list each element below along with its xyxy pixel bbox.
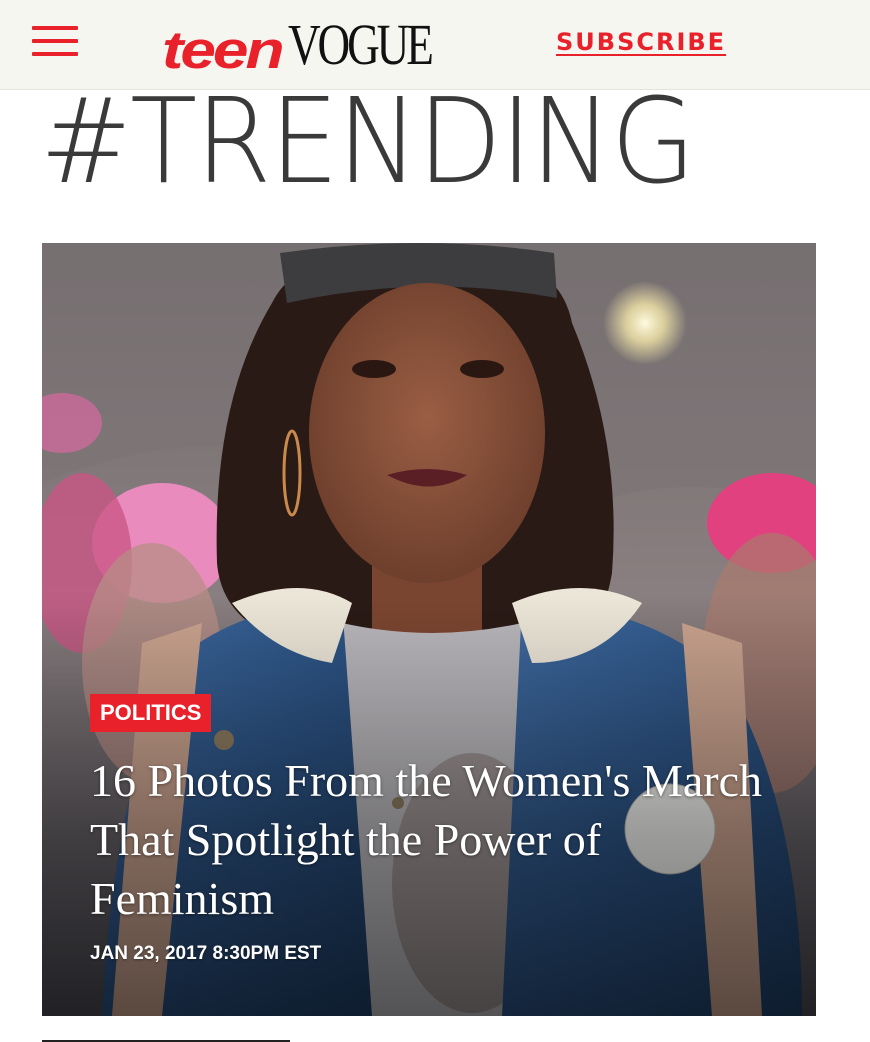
teen-vogue-logo[interactable]: teen VOGUE <box>162 6 471 80</box>
subscribe-link[interactable]: SUBSCRIBE <box>556 28 726 56</box>
article-date: JAN 23, 2017 8:30PM EST <box>90 943 322 964</box>
section-heading: #TRENDING <box>40 72 696 210</box>
logo-teen-text: teen <box>162 20 285 80</box>
featured-article-card[interactable]: POLITICS 16 Photos From the Women's Marc… <box>42 243 816 1016</box>
article-headline[interactable]: 16 Photos From the Women's March That Sp… <box>90 751 770 928</box>
logo-vogue-text: VOGUE <box>287 12 434 77</box>
category-badge[interactable]: POLITICS <box>90 694 212 732</box>
hamburger-menu-icon[interactable] <box>32 24 80 58</box>
